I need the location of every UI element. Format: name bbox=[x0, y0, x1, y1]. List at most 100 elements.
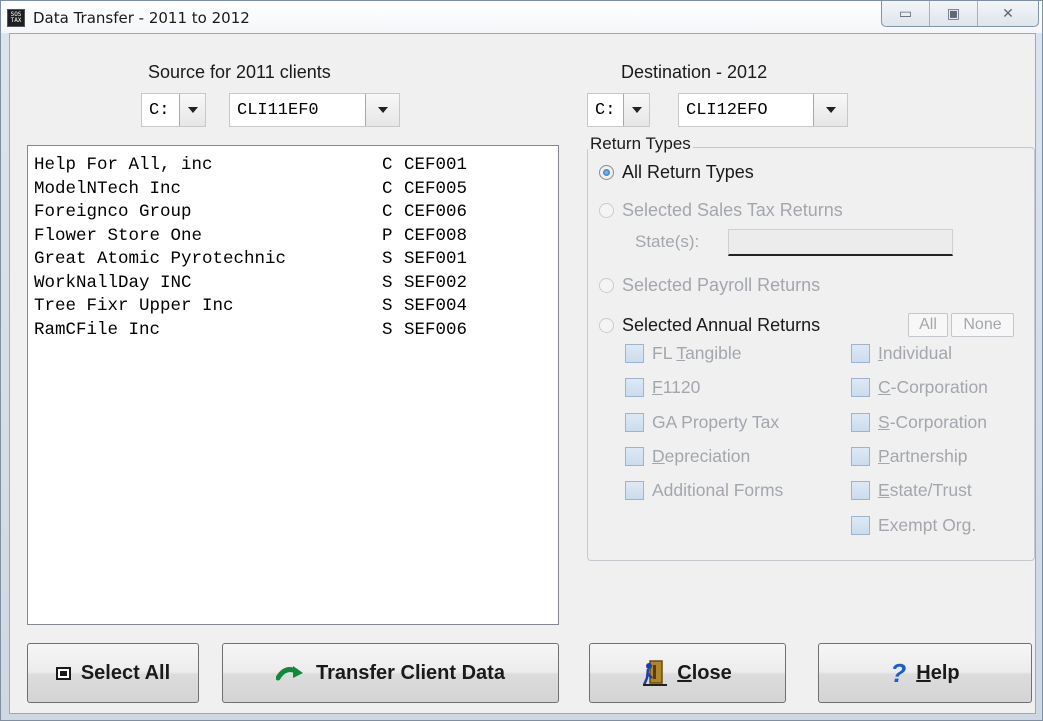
list-item[interactable]: Help For All, inc C CEF001 bbox=[34, 154, 558, 178]
destination-drive-select[interactable]: C: bbox=[587, 93, 650, 127]
destination-drive-dropdown[interactable] bbox=[623, 94, 649, 126]
checkbox-partnership[interactable]: Partnership bbox=[851, 446, 968, 467]
window-title: Data Transfer - 2011 to 2012 bbox=[33, 9, 250, 27]
minimize-button[interactable]: ▭ bbox=[882, 1, 930, 26]
checkbox-box[interactable] bbox=[851, 516, 870, 535]
transfer-client-data-button[interactable]: Transfer Client Data bbox=[222, 643, 559, 703]
radio-label: Selected Annual Returns bbox=[622, 315, 821, 335]
checkbox-label: Depreciation bbox=[652, 446, 750, 467]
checkbox-box[interactable] bbox=[851, 447, 870, 466]
destination-folder-dropdown[interactable] bbox=[813, 94, 847, 126]
label-text: lose bbox=[691, 661, 732, 684]
select-none-forms-button[interactable]: None bbox=[951, 313, 1014, 337]
help-question-icon: ? bbox=[890, 657, 907, 688]
checkbox-depreciation[interactable]: Depreciation bbox=[625, 446, 750, 467]
checkbox-box[interactable] bbox=[851, 378, 870, 397]
source-folder-dropdown[interactable] bbox=[365, 94, 399, 126]
close-window-button[interactable]: ✕ bbox=[978, 1, 1038, 26]
maximize-icon: ▣ bbox=[946, 5, 961, 21]
help-label: Help bbox=[916, 662, 959, 685]
select-all-forms-button[interactable]: All bbox=[908, 313, 948, 337]
label-text: epreciation bbox=[664, 446, 751, 466]
client-type: P bbox=[382, 225, 393, 246]
client-list[interactable]: Help For All, inc C CEF001 ModelNTech Inc C… bbox=[27, 145, 559, 625]
select-all-button[interactable]: Select All bbox=[27, 643, 199, 703]
close-button[interactable]: Close bbox=[589, 643, 786, 703]
source-label: Source for 2011 clients bbox=[148, 62, 331, 82]
client-name: Tree Fixr Upper Inc bbox=[34, 296, 234, 316]
radio-all-return-types[interactable]: All Return Types bbox=[599, 162, 754, 183]
checkbox-exempt-org[interactable]: Exempt Org. bbox=[851, 515, 976, 536]
door-exit-icon bbox=[643, 659, 668, 687]
checkbox-box[interactable] bbox=[625, 481, 644, 500]
radio-icon[interactable] bbox=[599, 318, 614, 333]
radio-annual-returns[interactable]: Selected Annual Returns bbox=[599, 315, 820, 336]
checkbox-label: F1120 bbox=[652, 377, 700, 398]
checkbox-box[interactable] bbox=[851, 344, 870, 363]
radio-icon[interactable] bbox=[599, 203, 614, 218]
list-item[interactable]: RamCFile Inc S SEF006 bbox=[34, 319, 558, 343]
radio-icon[interactable] bbox=[599, 278, 614, 293]
app-logo-icon: SOS TAX bbox=[7, 9, 25, 27]
data-transfer-window: SOS TAX Data Transfer - 2011 to 2012 ▭ ▣ … bbox=[0, 0, 1043, 721]
checkbox-ga-property-tax[interactable]: GA Property Tax bbox=[625, 412, 779, 433]
label-text: Additional Forms bbox=[652, 480, 784, 500]
list-item[interactable]: Tree Fixr Upper Inc S SEF004 bbox=[34, 295, 558, 319]
list-item[interactable]: Great Atomic Pyrotechnic S SEF001 bbox=[34, 248, 558, 272]
client-type: S bbox=[382, 319, 393, 340]
source-drive-select[interactable]: C: bbox=[141, 93, 206, 127]
source-folder-select[interactable]: CLI11EF0 bbox=[229, 93, 400, 127]
checkbox-estate-trust[interactable]: Estate/Trust bbox=[851, 480, 972, 501]
accelerator-letter: T bbox=[676, 343, 686, 363]
transfer-arrow-icon bbox=[276, 664, 306, 682]
checkbox-box[interactable] bbox=[625, 413, 644, 432]
client-name: WorkNallDay INC bbox=[34, 272, 192, 293]
checkbox-label: S-Corporation bbox=[878, 412, 987, 433]
checkbox-fl-tangible[interactable]: FL Tangible bbox=[625, 343, 742, 364]
accelerator-letter: E bbox=[878, 480, 890, 500]
checkbox-individual[interactable]: Individual bbox=[851, 343, 952, 364]
label-text: 1120 bbox=[662, 377, 701, 397]
checkbox-box[interactable] bbox=[625, 344, 644, 363]
radio-selected-icon[interactable] bbox=[599, 165, 614, 180]
client-code: SEF004 bbox=[404, 296, 468, 316]
label-text: -Corporation bbox=[889, 412, 987, 432]
checkbox-box[interactable] bbox=[851, 413, 870, 432]
label-text: GA Property Tax bbox=[652, 412, 780, 432]
client-type: C bbox=[382, 155, 393, 175]
list-item[interactable]: WorkNallDay INC S SEF002 bbox=[34, 272, 558, 296]
checkbox-box[interactable] bbox=[851, 481, 870, 500]
checkbox-box[interactable] bbox=[625, 447, 644, 466]
checkbox-s-corporation[interactable]: S-Corporation bbox=[851, 412, 987, 433]
list-item[interactable]: ModelNTech Inc C CEF005 bbox=[34, 178, 558, 202]
accelerator-letter: S bbox=[878, 412, 890, 432]
checkbox-c-corporation[interactable]: C-Corporation bbox=[851, 377, 988, 398]
destination-drive-value: C: bbox=[595, 100, 616, 120]
client-code: CEF005 bbox=[404, 178, 468, 199]
client-code: SEF001 bbox=[404, 249, 468, 269]
radio-sales-tax-returns[interactable]: Selected Sales Tax Returns bbox=[599, 200, 843, 221]
client-code: CEF006 bbox=[404, 202, 468, 222]
accelerator-letter: D bbox=[652, 446, 665, 466]
maximize-button[interactable]: ▣ bbox=[930, 1, 978, 26]
destination-folder-select[interactable]: CLI12EFO bbox=[678, 93, 848, 127]
list-item[interactable]: Foreignco Group C CEF006 bbox=[34, 201, 558, 225]
checkbox-f1120[interactable]: F1120 bbox=[625, 377, 700, 398]
title-bar[interactable]: SOS TAX Data Transfer - 2011 to 2012 ▭ ▣ … bbox=[1, 1, 1042, 33]
radio-payroll-returns[interactable]: Selected Payroll Returns bbox=[599, 275, 820, 296]
help-button[interactable]: ? Help bbox=[818, 643, 1032, 703]
state-label: State(s): bbox=[635, 232, 700, 251]
accelerator-letter: H bbox=[916, 661, 931, 684]
checkbox-additional-forms[interactable]: Additional Forms bbox=[625, 480, 783, 501]
client-code: SEF006 bbox=[404, 319, 468, 340]
accelerator-letter: P bbox=[878, 446, 890, 466]
client-type: S bbox=[382, 249, 393, 269]
list-item[interactable]: Flower Store One P CEF008 bbox=[34, 225, 558, 249]
chevron-down-icon bbox=[631, 107, 642, 113]
source-drive-dropdown[interactable] bbox=[179, 94, 205, 126]
label-text: Exempt Org. bbox=[878, 515, 977, 535]
checkbox-box[interactable] bbox=[625, 378, 644, 397]
client-name: Great Atomic Pyrotechnic bbox=[34, 249, 287, 269]
radio-label: Selected Payroll Returns bbox=[622, 275, 821, 295]
state-input[interactable] bbox=[728, 229, 953, 256]
